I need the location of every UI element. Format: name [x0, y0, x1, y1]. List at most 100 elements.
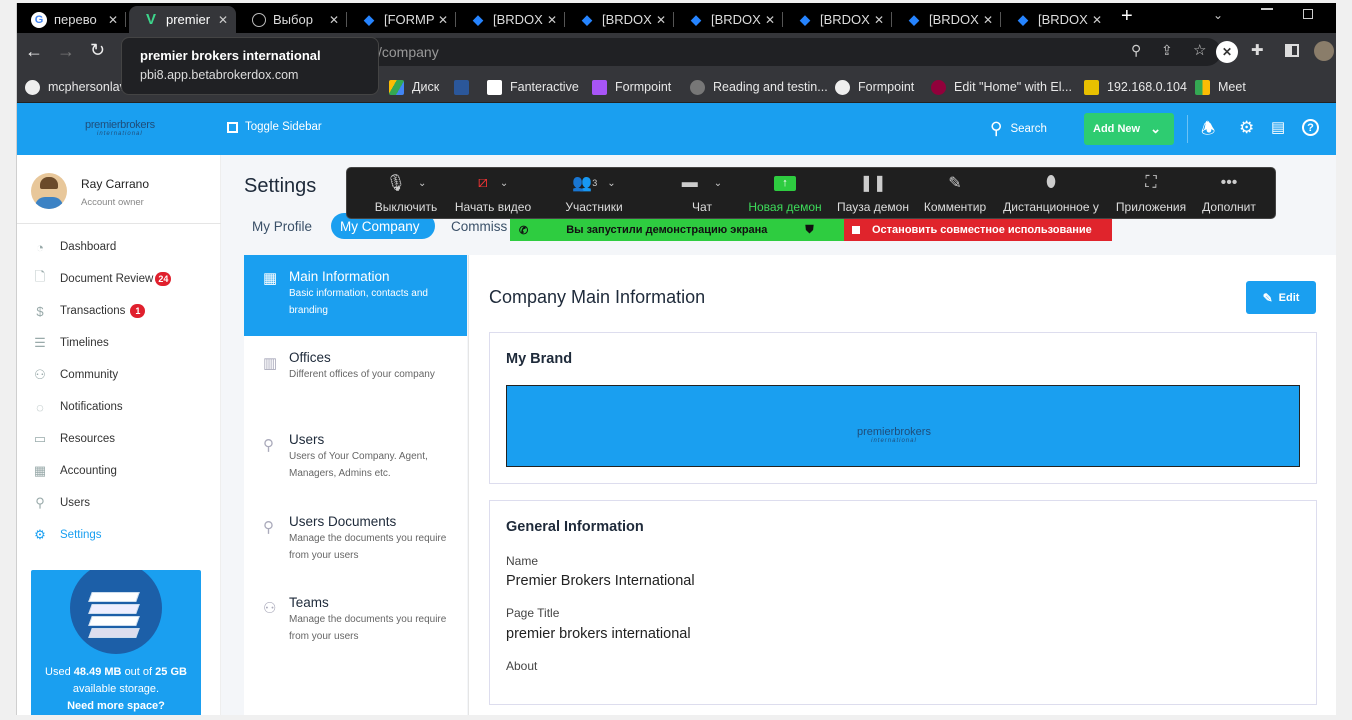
close-icon[interactable]: ✕	[656, 13, 666, 27]
bookmark[interactable]: 192.168.0.104	[1084, 77, 1187, 97]
add-new-button[interactable]: Add New ⌄	[1084, 113, 1174, 145]
help-icon[interactable]: ?	[1302, 119, 1319, 136]
toggle-sidebar-button[interactable]: Toggle Sidebar	[227, 121, 322, 133]
close-icon[interactable]: ✕	[983, 13, 993, 27]
drive-icon	[389, 79, 404, 95]
close-icon[interactable]: ✕	[329, 13, 339, 27]
close-icon[interactable]: ✕	[438, 13, 448, 27]
tab[interactable]: Vpremier ✕	[129, 6, 236, 33]
puzzle-icon[interactable]: ✚	[1251, 41, 1264, 59]
bookmark[interactable]: Formpoint	[592, 77, 671, 97]
diamond-icon: ◆	[364, 11, 374, 27]
star-icon[interactable]: ☆	[1193, 41, 1206, 59]
field-label: Name	[506, 554, 539, 568]
diamond-icon: ◆	[909, 11, 919, 27]
bookmark[interactable]: Edit "Home" with El...	[931, 77, 1072, 97]
start-video-button[interactable]: ⧄ ⌄ Начать видео	[451, 172, 535, 214]
bookmark[interactable]	[454, 77, 484, 97]
apps-button[interactable]: ⛶ Приложения	[1112, 172, 1190, 214]
content-title: Company Main Information	[489, 287, 706, 307]
new-share-button[interactable]: ↑ Новая демон	[745, 172, 825, 214]
bookmark[interactable]: Formpoint	[835, 77, 914, 97]
stop-sharing-button[interactable]: Остановить совместное использование	[844, 219, 1112, 241]
gear-icon[interactable]: ⚙	[1239, 118, 1254, 138]
tab[interactable]: ◆ [BRDOX ✕	[892, 6, 1001, 33]
close-icon[interactable]: ✕	[874, 13, 884, 27]
sidebar-item-transactions[interactable]: $ Transactions 1	[31, 301, 146, 321]
logo[interactable]: premierbrokers international	[85, 119, 155, 137]
tab[interactable]: Gперево ✕	[17, 6, 126, 33]
sidebar-item-document-review[interactable]: 🗋 Document Review 24	[31, 269, 172, 289]
chat-button[interactable]: ▬ ⌄ Чат	[667, 172, 737, 214]
sidebar-item-users[interactable]: ⚲ Users	[31, 493, 90, 513]
zoom-search-icon[interactable]: ⚲	[1131, 42, 1141, 59]
minimize-button[interactable]	[1261, 8, 1273, 10]
menu-item-main-information[interactable]: ▦ Main Information Basic information, co…	[244, 255, 467, 336]
close-icon[interactable]: ✕	[547, 13, 557, 27]
forward-icon[interactable]: →	[57, 41, 75, 62]
bookmark[interactable]: Fanteractive	[487, 77, 579, 97]
sidebar-item-notifications[interactable]: ◌ Notifications	[31, 397, 123, 417]
back-icon[interactable]: ←	[25, 41, 43, 62]
sidebar-item-dashboard[interactable]: ◔ Dashboard	[31, 237, 116, 257]
tab[interactable]: Выбор ✕	[238, 6, 347, 33]
annotate-button[interactable]: ✎ Комментир	[921, 172, 989, 214]
close-icon[interactable]: ✕	[108, 13, 118, 27]
user-role: Account owner	[81, 197, 144, 208]
remote-control-button[interactable]: ⬮ Дистанционное у	[999, 172, 1103, 214]
sidebar-item-accounting[interactable]: ▦ Accounting	[31, 461, 117, 481]
avatar[interactable]	[31, 173, 67, 209]
chevron-down-icon: ⌄	[499, 177, 509, 189]
tab[interactable]: ◆ [BRDOX ✕	[565, 6, 674, 33]
tab[interactable]: ◆ [BRDOX ✕	[1001, 6, 1110, 33]
bookmark[interactable]: Meet	[1195, 77, 1246, 97]
chevron-down-icon[interactable]: ⌄	[1213, 8, 1223, 22]
tab[interactable]: ◆ [BRDOX ✕	[456, 6, 565, 33]
menu-item-teams[interactable]: ⚇ Teams Manage the documents you require…	[244, 595, 467, 645]
sidebar-item-resources[interactable]: ▭ Resources	[31, 429, 115, 449]
more-button[interactable]: ••• Дополнит	[1197, 172, 1261, 214]
restore-button[interactable]	[1303, 9, 1313, 19]
sidebar-item-timelines[interactable]: ☰ Timelines	[31, 333, 109, 353]
bookmark[interactable]: Диск	[389, 77, 439, 97]
extension-icon[interactable]: ✕	[1216, 41, 1238, 63]
sidebar-item-community[interactable]: ⚇ Community	[31, 365, 118, 385]
close-icon[interactable]: ✕	[1092, 13, 1102, 27]
menu-item-offices[interactable]: ▥ Offices Different offices of your comp…	[244, 350, 467, 384]
tab[interactable]: ◆ [BRDOX ✕	[674, 6, 783, 33]
menu-item-users-documents[interactable]: ⚲ Users Documents Manage the documents y…	[244, 514, 467, 564]
sidepanel-icon[interactable]	[1285, 44, 1299, 57]
mute-button[interactable]: 🎙 ⌄ Выключить	[367, 172, 445, 214]
general-info-card: General Information Name Premier Brokers…	[489, 500, 1317, 705]
share-icon[interactable]: ⇪	[1161, 42, 1173, 59]
brand-logo: premierbrokers international	[857, 426, 931, 444]
edit-button[interactable]: ✎ Edit	[1246, 281, 1316, 314]
tab-bar: Gперево ✕ Vpremier ✕ Выбор ✕ ◆ [FORMP ✕ ◆ [BRD…	[17, 3, 1336, 33]
tab[interactable]: ◆ [BRDOX ✕	[783, 6, 892, 33]
translate-icon	[454, 79, 469, 95]
bookmark[interactable]: mcphersonlav	[25, 77, 126, 97]
clipboard-icon[interactable]: ▤	[1271, 118, 1285, 136]
sidebar-item-settings[interactable]: ⚙ Settings	[31, 525, 101, 545]
more-icon: •••	[1220, 174, 1238, 191]
pause-share-button[interactable]: ❚❚ Пауза демон	[834, 172, 912, 214]
new-tab-button[interactable]: +	[1121, 5, 1133, 28]
search-button[interactable]: ⚲ Search	[990, 119, 1047, 139]
tab[interactable]: ◆ [FORMP ✕	[347, 6, 456, 33]
menu-item-users[interactable]: ⚲ Users Users of Your Company. Agent, Ma…	[244, 432, 467, 482]
brand-logo-preview[interactable]: premierbrokers international	[506, 385, 1300, 467]
top-bar: premierbrokers international Toggle Side…	[17, 103, 1336, 155]
reload-icon[interactable]: ↻	[90, 40, 105, 61]
bell-icon[interactable]: 🕭	[1201, 118, 1215, 145]
diamond-icon: ◆	[691, 11, 701, 27]
gear-icon: ⚙	[34, 527, 46, 542]
participants-button[interactable]: 👥 3 ⌄ Участники	[555, 172, 633, 214]
tab-my-profile[interactable]: My Profile	[252, 219, 312, 234]
avatar[interactable]	[1314, 41, 1334, 61]
tab-commissions[interactable]: Commiss	[451, 219, 507, 234]
bookmark[interactable]: Reading and testin...	[690, 77, 828, 97]
close-icon[interactable]: ✕	[765, 13, 775, 27]
community-icon: ⚇	[34, 367, 46, 382]
sharing-notice: ✆ Вы запустили демонстрацию экрана ⛊	[510, 219, 844, 241]
close-icon[interactable]: ✕	[218, 13, 228, 27]
